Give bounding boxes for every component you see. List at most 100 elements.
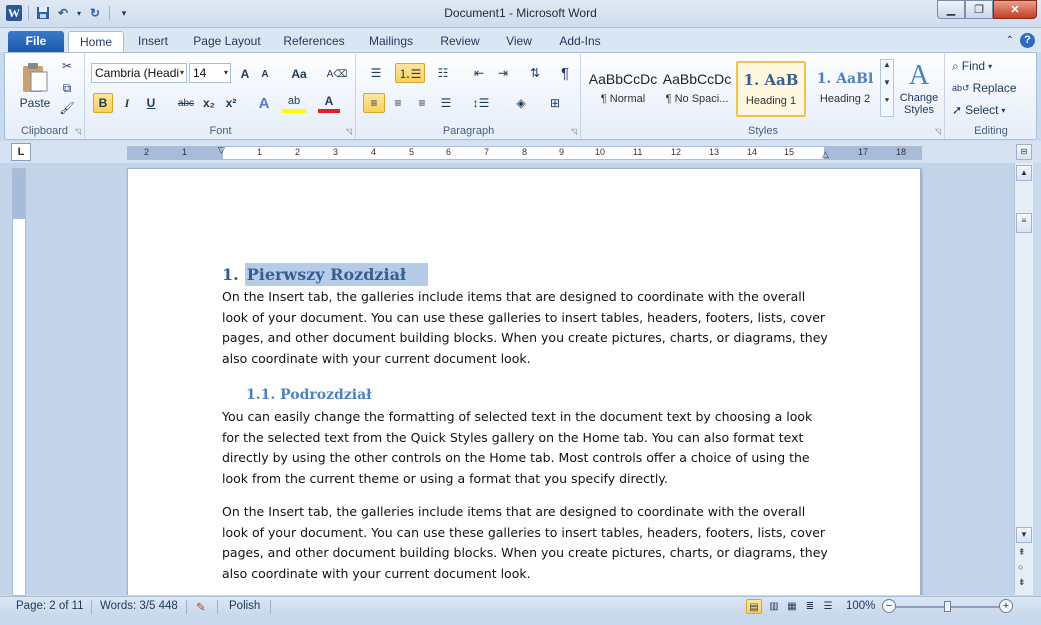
document-area[interactable]: 1. Pierwszy Rozdział On the Insert tab, t… bbox=[0, 163, 1014, 595]
show-marks-button[interactable]: ¶ bbox=[555, 63, 575, 83]
tab-add-ins[interactable]: Add-Ins bbox=[552, 31, 608, 52]
clear-formatting-icon[interactable]: A⌫ bbox=[326, 65, 348, 83]
minimize-ribbon-icon[interactable]: ⌃ bbox=[1006, 35, 1014, 46]
sort-icon[interactable]: ⇅ bbox=[525, 63, 545, 83]
underline-button[interactable]: U bbox=[141, 93, 161, 113]
word-count[interactable]: Words: 3/5 448 bbox=[100, 600, 178, 612]
ruler-number: 1 bbox=[257, 147, 263, 157]
styles-launcher-icon[interactable]: ◹ bbox=[935, 127, 941, 136]
style-heading-1[interactable]: 1. AaB Heading 1 bbox=[736, 61, 806, 117]
change-styles-button[interactable]: A Change Styles bbox=[896, 57, 942, 119]
paragraph-launcher-icon[interactable]: ◹ bbox=[571, 127, 577, 136]
change-case-button[interactable]: Aa bbox=[286, 65, 312, 83]
align-left-icon[interactable]: ≡ bbox=[363, 93, 385, 113]
language-indicator[interactable]: Polish bbox=[229, 600, 260, 612]
tab-references[interactable]: References bbox=[278, 31, 350, 52]
increase-indent-icon[interactable]: ⇥ bbox=[493, 63, 513, 83]
view-ruler-button[interactable]: ⊟ bbox=[1016, 144, 1032, 160]
find-button[interactable]: ⌕ Find ▾ bbox=[952, 57, 992, 75]
help-icon[interactable]: ? bbox=[1020, 33, 1035, 48]
style-heading-2[interactable]: 1. AaBl Heading 2 bbox=[810, 61, 880, 117]
print-layout-view-icon[interactable]: ▤ bbox=[746, 599, 762, 614]
strikethrough-button[interactable]: abc bbox=[175, 93, 197, 113]
numbering-icon[interactable]: ⒈☰ bbox=[395, 63, 425, 83]
italic-button[interactable]: I bbox=[117, 93, 137, 113]
indent-marker-icon[interactable]: ▽ bbox=[218, 145, 225, 156]
format-painter-icon[interactable]: 🖌 bbox=[57, 99, 77, 117]
scroll-up-button[interactable]: ▲ bbox=[1016, 165, 1032, 181]
full-screen-reading-icon[interactable]: ▥ bbox=[766, 599, 782, 614]
browse-object-icon[interactable]: ○ bbox=[1018, 562, 1023, 572]
borders-icon[interactable]: ⊞ bbox=[541, 93, 569, 113]
replace-button[interactable]: ab↺ Replace bbox=[952, 79, 1017, 97]
tab-home[interactable]: Home bbox=[68, 31, 124, 52]
paragraph-group-label: Paragraph bbox=[442, 125, 495, 137]
web-layout-icon[interactable]: ▦ bbox=[784, 599, 800, 614]
right-indent-marker-icon[interactable]: △ bbox=[822, 149, 829, 160]
outline-view-icon[interactable]: ≣ bbox=[802, 599, 818, 614]
minimize-button[interactable]: ▁ bbox=[937, 0, 965, 19]
next-page-icon[interactable]: ⇟ bbox=[1018, 577, 1026, 588]
zoom-slider[interactable] bbox=[896, 601, 1000, 612]
ribbon-right-controls: ⌃ ? bbox=[1006, 33, 1035, 48]
align-right-icon[interactable]: ≡ bbox=[411, 93, 433, 113]
zoom-out-button[interactable]: − bbox=[882, 599, 896, 613]
draft-view-icon[interactable]: ☰ bbox=[820, 599, 836, 614]
tab-mailings[interactable]: Mailings bbox=[362, 31, 420, 52]
styles-gallery-scroll[interactable]: ▲ ▼ ⯆ bbox=[880, 59, 894, 117]
bullets-icon[interactable]: ☰ bbox=[363, 63, 389, 83]
maximize-button[interactable]: ❐ bbox=[965, 0, 993, 19]
close-button[interactable]: ✕ bbox=[993, 0, 1037, 19]
line-spacing-icon[interactable]: ↕☰ bbox=[467, 93, 495, 113]
font-color-button[interactable]: A bbox=[318, 93, 340, 113]
highlight-button[interactable]: ab bbox=[282, 93, 306, 113]
tab-view[interactable]: View bbox=[498, 31, 540, 52]
paragraph-2[interactable]: You can easily change the formatting of … bbox=[222, 407, 832, 490]
heading-1-number: 1. bbox=[222, 265, 239, 284]
font-launcher-icon[interactable]: ◹ bbox=[346, 127, 352, 136]
tab-review[interactable]: Review bbox=[432, 31, 488, 52]
heading-1-text[interactable]: Pierwszy Rozdział bbox=[244, 263, 429, 286]
paste-button[interactable]: Paste bbox=[13, 57, 57, 115]
scroll-down-button[interactable]: ▼ bbox=[1016, 527, 1032, 543]
tab-insert[interactable]: Insert bbox=[130, 31, 176, 52]
heading-1[interactable]: 1. Pierwszy Rozdział bbox=[222, 263, 429, 286]
vertical-scrollbar[interactable]: ⊟ ▲ ≡ ▼ ⇞ ○ ⇟ bbox=[1014, 144, 1033, 595]
align-center-icon[interactable]: ≡ bbox=[387, 93, 409, 113]
tab-selector-button[interactable]: L bbox=[11, 143, 31, 161]
document-page[interactable]: 1. Pierwszy Rozdział On the Insert tab, t… bbox=[127, 168, 921, 595]
font-size-combo[interactable]: 14 ▾ bbox=[189, 63, 231, 83]
justify-icon[interactable]: ☰ bbox=[435, 93, 457, 113]
paragraph-3[interactable]: On the Insert tab, the galleries include… bbox=[222, 502, 832, 585]
heading-2[interactable]: 1.1. Podrozdział bbox=[246, 387, 372, 403]
decrease-indent-icon[interactable]: ⇤ bbox=[469, 63, 489, 83]
font-name-combo[interactable]: Cambria (Headi ▾ bbox=[91, 63, 187, 83]
paragraph-1[interactable]: On the Insert tab, the galleries include… bbox=[222, 287, 832, 370]
zoom-slider-thumb[interactable] bbox=[944, 601, 951, 612]
zoom-in-button[interactable]: + bbox=[999, 599, 1013, 613]
vertical-ruler[interactable] bbox=[12, 168, 26, 596]
shrink-font-button[interactable]: A bbox=[256, 65, 274, 83]
shading-icon[interactable]: ◈ bbox=[507, 93, 535, 113]
subscript-button[interactable]: x₂ bbox=[199, 93, 219, 113]
zoom-level[interactable]: 100% bbox=[846, 600, 875, 612]
clipboard-launcher-icon[interactable]: ◹ bbox=[75, 127, 81, 136]
tab-file[interactable]: File bbox=[8, 31, 64, 52]
editing-group: ⌕ Find ▾ ab↺ Replace ➚ Select ▾ Editing bbox=[946, 53, 1036, 139]
text-effects-button[interactable]: A bbox=[254, 93, 274, 113]
previous-page-icon[interactable]: ⇞ bbox=[1018, 547, 1026, 558]
superscript-button[interactable]: x² bbox=[221, 93, 241, 113]
bold-button[interactable]: B bbox=[93, 93, 113, 113]
copy-icon[interactable]: ⧉ bbox=[57, 79, 77, 97]
style-no-spacing[interactable]: AaBbCcDc ¶ No Spaci... bbox=[662, 61, 732, 117]
select-button[interactable]: ➚ Select ▾ bbox=[952, 101, 1005, 119]
tab-page-layout[interactable]: Page Layout bbox=[188, 31, 266, 52]
style-normal[interactable]: AaBbCcDc ¶ Normal bbox=[588, 61, 658, 117]
cut-icon[interactable]: ✂ bbox=[57, 57, 77, 75]
scroll-thumb[interactable]: ≡ bbox=[1016, 213, 1032, 233]
grow-font-button[interactable]: A bbox=[236, 65, 254, 83]
proofing-icon[interactable]: ✎ bbox=[196, 600, 206, 614]
multilevel-list-icon[interactable]: ☷ bbox=[429, 63, 457, 83]
horizontal-ruler[interactable]: 2 1 ▽ 1 2 3 4 5 6 7 8 9 10 11 12 13 14 1… bbox=[127, 145, 922, 160]
page-count[interactable]: Page: 2 of 11 bbox=[16, 600, 84, 612]
